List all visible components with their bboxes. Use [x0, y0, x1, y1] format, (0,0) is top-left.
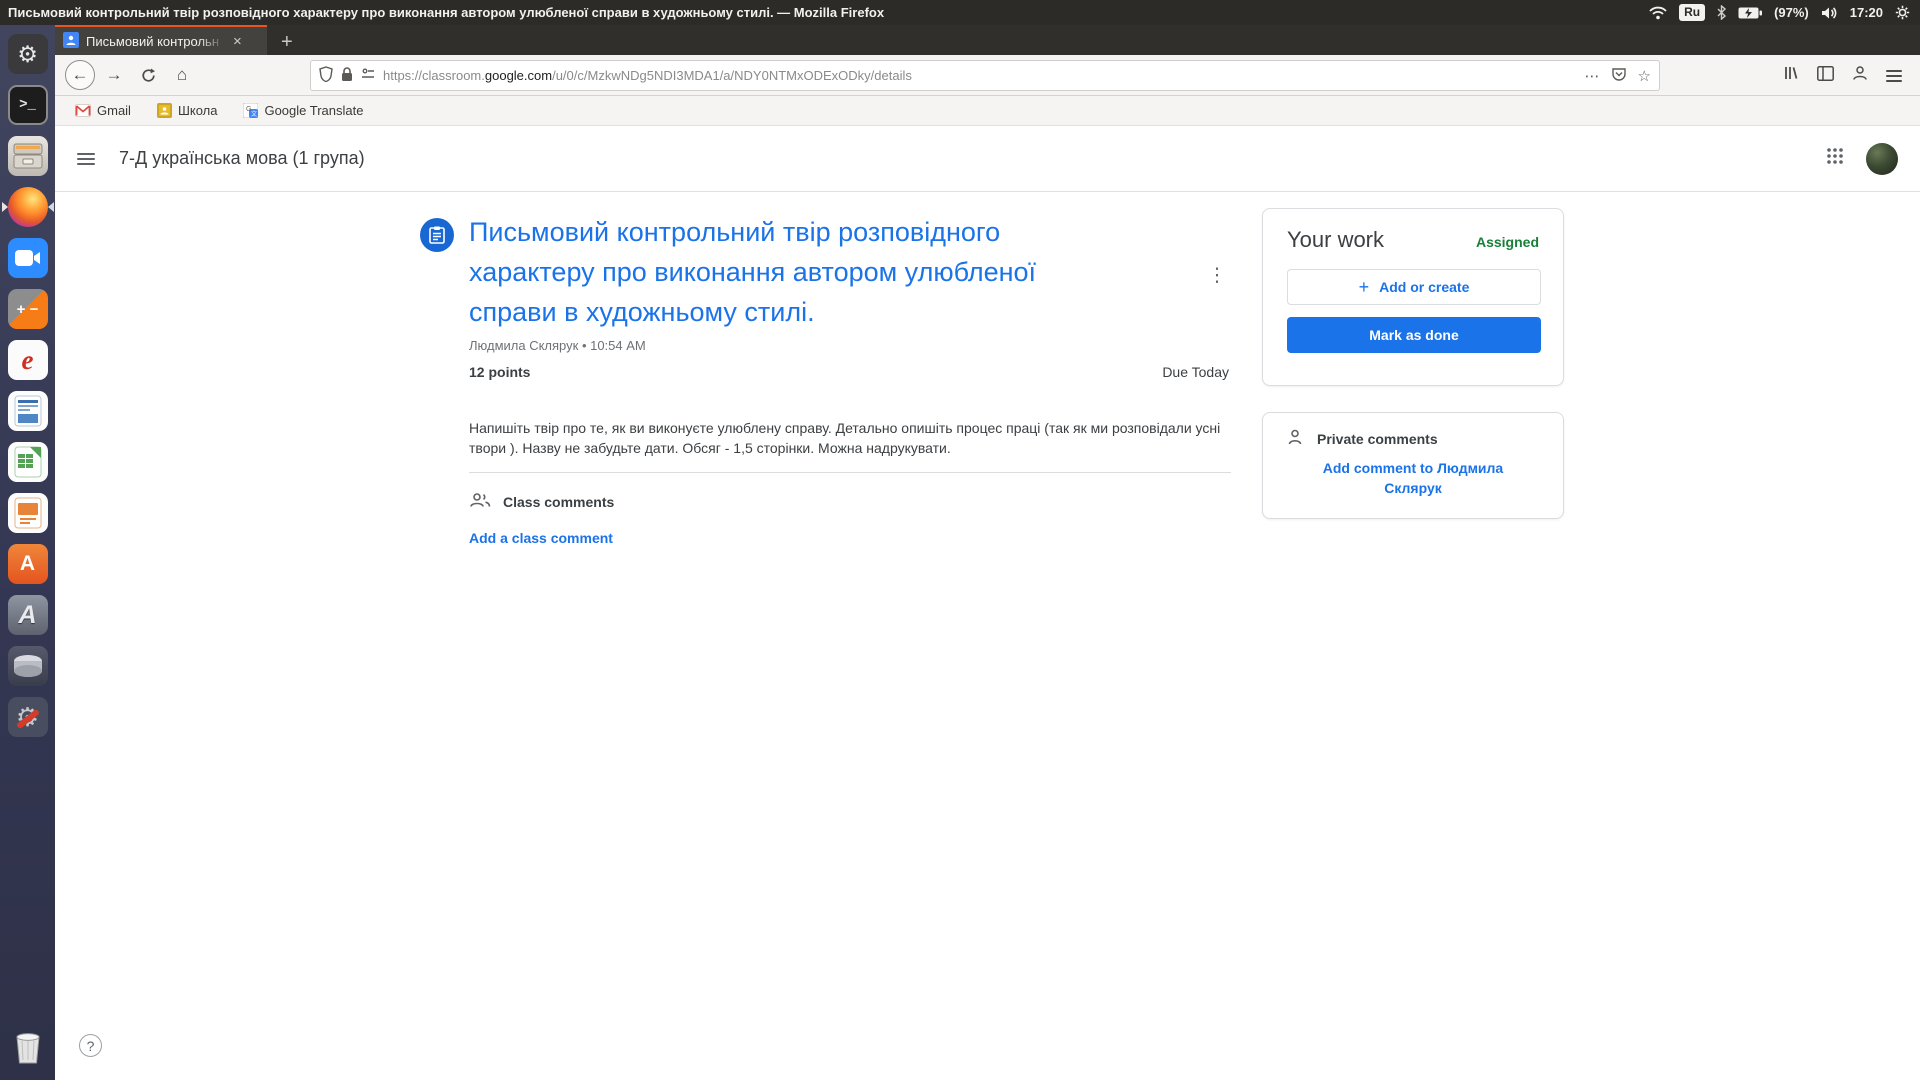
keyboard-layout-indicator[interactable]: Ru — [1679, 4, 1705, 21]
class-comments-row: Class comments — [469, 492, 614, 511]
ubuntu-dock: ⚙ >_ + − e A A — [0, 25, 55, 1080]
dock-libreoffice-calc-icon[interactable] — [6, 440, 50, 484]
bookmark-star-icon[interactable]: ☆ — [1638, 67, 1651, 85]
your-work-card: Your work Assigned + Add or create Mark … — [1262, 208, 1564, 386]
bookmark-google-translate[interactable]: G文 Google Translate — [243, 103, 363, 118]
lock-icon[interactable] — [341, 67, 353, 85]
clock-label[interactable]: 17:20 — [1850, 5, 1883, 20]
help-button[interactable]: ? — [79, 1034, 102, 1057]
wifi-icon[interactable] — [1649, 6, 1667, 20]
classroom-page: 7-Д українська мова (1 група) Письмовий … — [55, 126, 1920, 1080]
reload-button[interactable] — [133, 60, 163, 90]
url-bar[interactable]: https://classroom.google.com/u/0/c/MzkwN… — [310, 60, 1660, 91]
home-button[interactable]: ⌂ — [167, 60, 197, 90]
new-tab-button[interactable]: + — [281, 29, 293, 55]
dock-terminal-icon[interactable]: >_ — [6, 83, 50, 127]
session-gear-icon[interactable] — [1895, 5, 1910, 20]
assignment-title: Письмовий контрольний твір розповідного … — [469, 212, 1129, 332]
dock-settings-icon[interactable]: ⚙ — [6, 32, 50, 76]
add-or-create-button[interactable]: + Add or create — [1287, 269, 1541, 305]
classroom-icon — [157, 103, 172, 118]
dock-trash-icon[interactable] — [6, 1026, 50, 1070]
status-badge: Assigned — [1476, 234, 1539, 250]
pocket-icon[interactable] — [1612, 67, 1626, 85]
translate-icon: G文 — [243, 103, 258, 118]
assignment-due-date: Due Today — [469, 364, 1229, 380]
people-icon — [469, 492, 491, 511]
dock-calculator-icon[interactable]: + − — [6, 287, 50, 331]
dock-tweaks-icon[interactable]: ⚙ — [6, 695, 50, 739]
permissions-icon[interactable] — [361, 68, 375, 83]
menu-icon[interactable] — [1886, 70, 1902, 82]
ubuntu-top-bar: Письмовий контрольний твір розповідного … — [0, 0, 1920, 25]
focused-indicator — [48, 202, 54, 212]
firefox-nav-bar: ← → ⌂ https://classroom.google.com/u/0/c… — [55, 55, 1920, 96]
dock-libreoffice-writer-icon[interactable] — [6, 389, 50, 433]
dock-firefox-icon[interactable] — [6, 185, 50, 229]
user-avatar[interactable] — [1866, 143, 1898, 175]
dock-software-store-icon[interactable]: A — [6, 542, 50, 586]
add-private-comment-link[interactable]: Add comment to Людмила Склярук — [1318, 458, 1508, 498]
sidebar-icon[interactable] — [1817, 66, 1834, 86]
library-icon[interactable] — [1783, 65, 1799, 86]
course-title: 7-Д українська мова (1 група) — [119, 148, 365, 169]
plus-icon: + — [1359, 277, 1370, 298]
system-indicator-area: Ru (97%) 17:20 — [1649, 4, 1920, 21]
bookmark-school[interactable]: Школа — [157, 103, 218, 118]
svg-text:文: 文 — [251, 110, 257, 118]
person-icon — [1287, 429, 1303, 448]
tracking-shield-icon[interactable] — [319, 66, 333, 85]
tab-title: Письмовий контрольн — [86, 34, 226, 49]
tab-favicon-classroom-icon — [63, 32, 79, 51]
section-divider — [469, 472, 1231, 473]
running-indicator — [2, 202, 8, 212]
tab-close-icon[interactable]: × — [233, 34, 242, 49]
dock-zoom-icon[interactable] — [6, 236, 50, 280]
dock-disks-icon[interactable] — [6, 644, 50, 688]
google-apps-grid-icon[interactable] — [1826, 147, 1844, 170]
classroom-menu-icon[interactable] — [77, 153, 95, 165]
bluetooth-icon[interactable] — [1717, 5, 1726, 20]
battery-icon[interactable] — [1738, 7, 1762, 19]
back-button[interactable]: ← — [65, 60, 95, 90]
battery-percent-label: (97%) — [1774, 5, 1809, 20]
firefox-tab-bar: Письмовий контрольн × + — [55, 25, 1920, 55]
private-comments-title: Private comments — [1317, 431, 1438, 447]
dock-document-viewer-icon[interactable]: e — [6, 338, 50, 382]
account-icon[interactable] — [1852, 65, 1868, 86]
assignment-byline: Людмила Склярук • 10:54 AM — [469, 338, 646, 353]
dock-archive-manager-icon[interactable] — [6, 134, 50, 178]
url-text[interactable]: https://classroom.google.com/u/0/c/MzkwN… — [383, 68, 1577, 83]
assignment-description: Напишіть твір про те, як ви виконуєте ул… — [469, 418, 1231, 458]
bookmarks-bar: Gmail Школа G文 Google Translate — [55, 96, 1920, 126]
your-work-title: Your work — [1287, 227, 1384, 253]
assignment-more-options-icon[interactable]: ⋮ — [1205, 264, 1229, 287]
class-comments-label: Class comments — [503, 494, 614, 510]
assignment-icon — [420, 218, 454, 252]
volume-icon[interactable] — [1821, 6, 1838, 20]
forward-button[interactable]: → — [99, 60, 129, 90]
gmail-icon — [75, 104, 91, 117]
window-title: Письмовий контрольний твір розповідного … — [8, 5, 884, 20]
mark-as-done-button[interactable]: Mark as done — [1287, 317, 1541, 353]
page-actions-icon[interactable]: ⋯ — [1585, 67, 1600, 85]
classroom-header: 7-Д українська мова (1 група) — [55, 126, 1920, 192]
bookmark-gmail[interactable]: Gmail — [75, 103, 131, 118]
dock-app-emblem-icon[interactable]: A — [6, 593, 50, 637]
browser-tab[interactable]: Письмовий контрольн × — [55, 25, 267, 55]
dock-libreoffice-impress-icon[interactable] — [6, 491, 50, 535]
private-comments-card: Private comments Add comment to Людмила … — [1262, 412, 1564, 519]
add-class-comment-link[interactable]: Add a class comment — [469, 530, 613, 546]
